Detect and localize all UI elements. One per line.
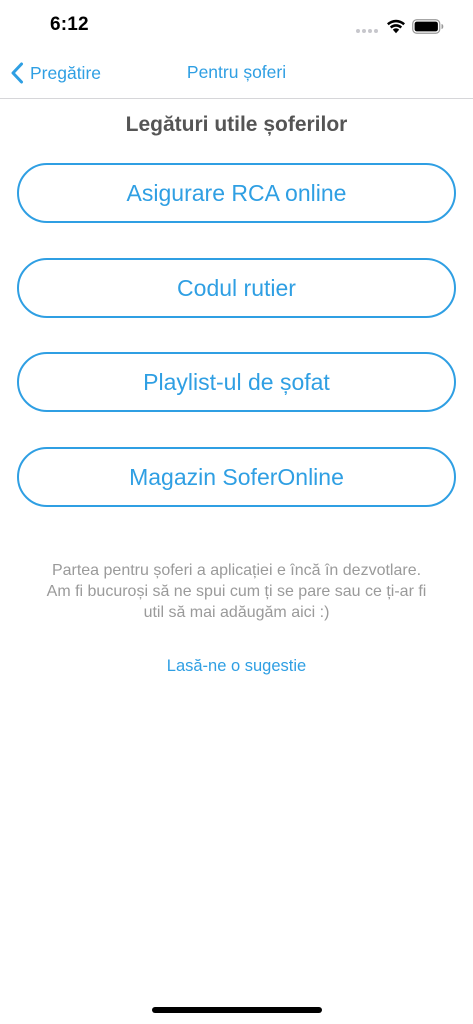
screen: 6:12 Pregătire Pentru șoferi Legături ut…	[0, 0, 473, 1024]
navigation-bar: Pregătire Pentru șoferi	[0, 52, 473, 99]
home-indicator[interactable]	[152, 1007, 322, 1013]
driving-playlist-button[interactable]: Playlist-ul de șofat	[17, 352, 456, 412]
traffic-code-button[interactable]: Codul rutier	[17, 258, 456, 318]
battery-icon	[412, 19, 444, 34]
shop-button[interactable]: Magazin SoferOnline	[17, 447, 456, 507]
suggestion-link[interactable]: Lasă-ne o sugestie	[167, 657, 306, 675]
info-text: Partea pentru șoferi a aplicației e încă…	[14, 560, 459, 623]
section-title: Legături utile șoferilor	[125, 113, 348, 136]
cellular-signal-icon	[356, 29, 382, 35]
info-line: Am fi bucuroși să ne spui cum ți se pare…	[46, 583, 427, 600]
status-time: 6:12	[50, 14, 89, 35]
rca-insurance-button[interactable]: Asigurare RCA online	[17, 163, 456, 223]
wifi-icon	[387, 19, 405, 34]
suggestion-link-row: Lasă-ne o sugestie	[0, 657, 473, 676]
back-button-label: Pregătire	[30, 62, 102, 83]
back-button[interactable]: Pregătire	[10, 58, 101, 88]
status-bar: 6:12	[0, 0, 473, 52]
info-line: Partea pentru șoferi a aplicației e încă…	[51, 562, 422, 579]
page-title: Pentru șoferi	[186, 62, 287, 82]
chevron-left-icon	[11, 62, 23, 84]
info-line: util să mai adăugăm aici :)	[143, 604, 330, 621]
